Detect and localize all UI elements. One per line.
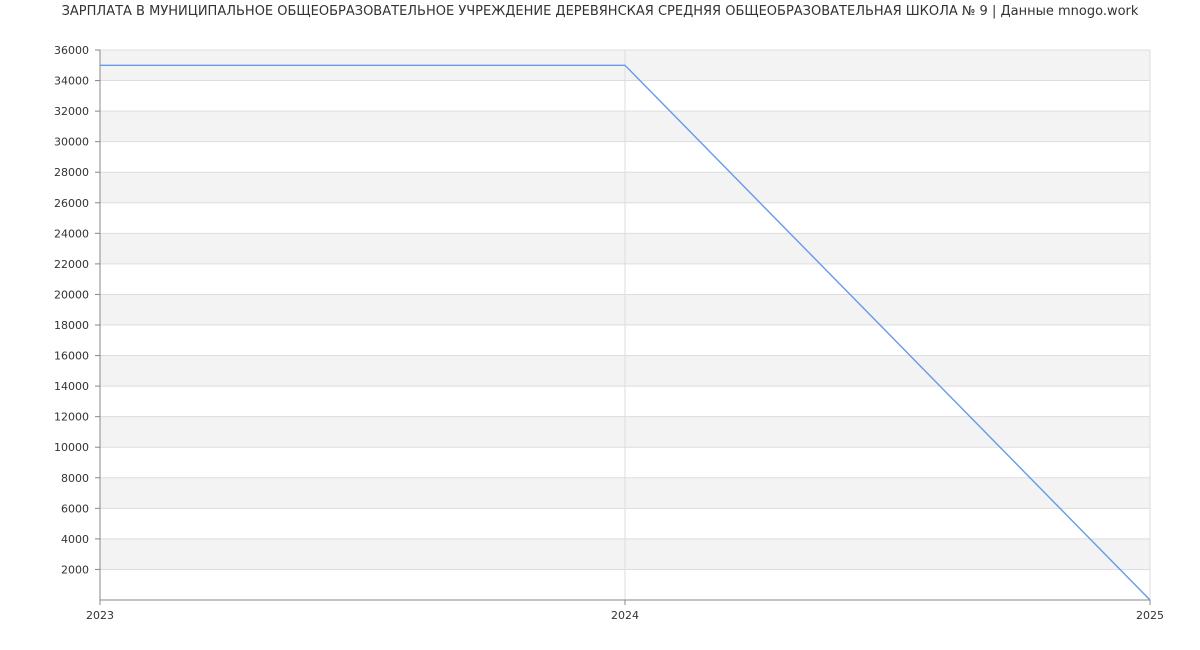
y-tick-label: 12000 bbox=[54, 411, 89, 424]
x-tick-label: 2025 bbox=[1136, 609, 1164, 622]
y-tick-label: 34000 bbox=[54, 75, 89, 88]
y-tick-label: 10000 bbox=[54, 441, 89, 454]
y-tick-label: 36000 bbox=[54, 44, 89, 57]
y-tick-label: 14000 bbox=[54, 380, 89, 393]
y-tick-label: 24000 bbox=[54, 227, 89, 240]
y-tick-label: 18000 bbox=[54, 319, 89, 332]
y-tick-label: 26000 bbox=[54, 197, 89, 210]
y-tick-label: 28000 bbox=[54, 166, 89, 179]
y-tick-labels: 2000 4000 6000 8000 10000 12000 14000 16000 1800… bbox=[54, 44, 89, 576]
y-tick-label: 20000 bbox=[54, 288, 89, 301]
y-tick-label: 30000 bbox=[54, 136, 89, 149]
line-chart: 2000 4000 6000 8000 10000 12000 14000 16000 1800… bbox=[54, 44, 1164, 622]
y-tick-label: 22000 bbox=[54, 258, 89, 271]
y-tick-label: 6000 bbox=[61, 502, 89, 515]
x-tick-labels: 2023 2024 2025 bbox=[86, 609, 1164, 622]
y-tick-label: 4000 bbox=[61, 533, 89, 546]
chart-container: ЗАРПЛАТА В МУНИЦИПАЛЬНОЕ ОБЩЕОБРАЗОВАТЕЛ… bbox=[0, 0, 1200, 650]
x-tick-label: 2023 bbox=[86, 609, 114, 622]
y-tick-label: 2000 bbox=[61, 563, 89, 576]
y-tick-label: 32000 bbox=[54, 105, 89, 118]
x-tick-label: 2024 bbox=[611, 609, 639, 622]
y-tick-label: 16000 bbox=[54, 350, 89, 363]
y-tick-label: 8000 bbox=[61, 472, 89, 485]
